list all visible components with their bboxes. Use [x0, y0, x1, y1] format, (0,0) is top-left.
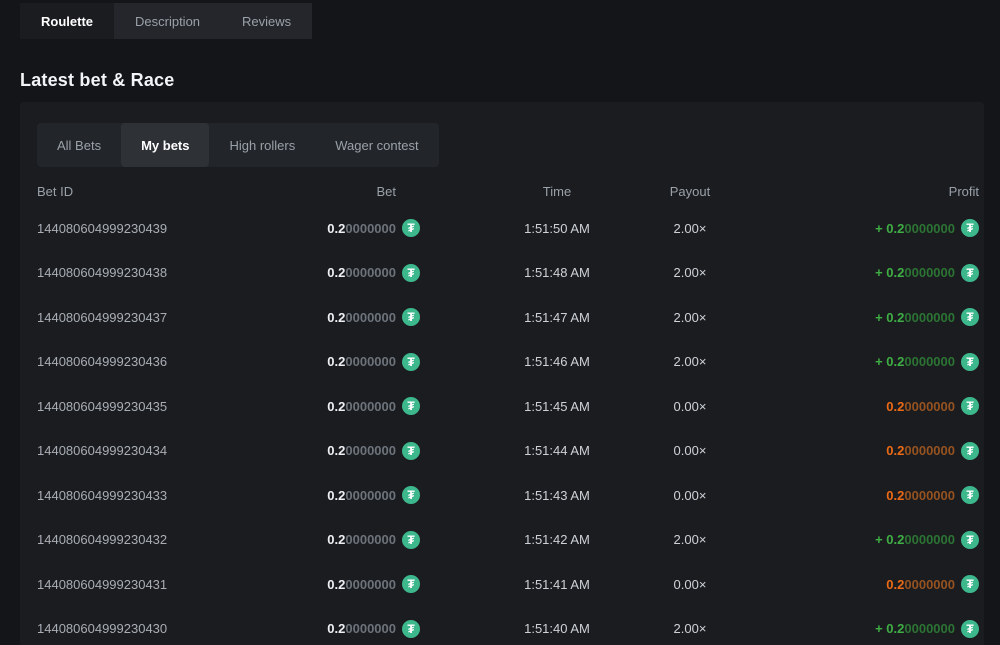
bet-profit: 0.20000000 ₮ — [736, 575, 979, 593]
bet-profit: + 0.20000000 ₮ — [736, 264, 979, 282]
bet-amount: 0.20000000 ₮ — [300, 531, 470, 549]
bet-id-value: 144080604999230437 — [37, 310, 300, 325]
bet-profit: + 0.20000000 ₮ — [736, 620, 979, 638]
bet-amount: 0.20000000 ₮ — [300, 264, 470, 282]
bet-id-value: 144080604999230435 — [37, 399, 300, 414]
game-tab-reviews[interactable]: Reviews — [221, 3, 312, 39]
bet-id-value: 144080604999230434 — [37, 443, 300, 458]
column-header-profit: Profit — [736, 184, 979, 199]
bet-id-value: 144080604999230436 — [37, 354, 300, 369]
tether-icon: ₮ — [402, 442, 420, 460]
filter-tab-wager-contest[interactable]: Wager contest — [315, 123, 438, 167]
bet-amount: 0.20000000 ₮ — [300, 219, 470, 237]
bet-profit: 0.20000000 ₮ — [736, 486, 979, 504]
bet-payout: 2.00× — [644, 265, 736, 280]
tether-icon: ₮ — [402, 264, 420, 282]
latest-bets-panel: All BetsMy betsHigh rollersWager contest… — [20, 102, 984, 645]
tether-icon: ₮ — [961, 397, 979, 415]
bets-table-body: 144080604999230439 0.20000000 ₮ 1:51:50 … — [37, 206, 979, 645]
bet-amount: 0.20000000 ₮ — [300, 397, 470, 415]
table-row[interactable]: 144080604999230439 0.20000000 ₮ 1:51:50 … — [37, 206, 979, 251]
table-row[interactable]: 144080604999230435 0.20000000 ₮ 1:51:45 … — [37, 384, 979, 429]
bet-time: 1:51:50 AM — [470, 221, 644, 236]
bet-time: 1:51:43 AM — [470, 488, 644, 503]
bet-payout: 0.00× — [644, 488, 736, 503]
game-tab-roulette[interactable]: Roulette — [20, 3, 114, 39]
bet-payout: 2.00× — [644, 354, 736, 369]
tether-icon: ₮ — [961, 486, 979, 504]
tether-icon: ₮ — [961, 620, 979, 638]
tether-icon: ₮ — [402, 308, 420, 326]
table-row[interactable]: 144080604999230432 0.20000000 ₮ 1:51:42 … — [37, 518, 979, 563]
bet-time: 1:51:45 AM — [470, 399, 644, 414]
bet-id-value: 144080604999230430 — [37, 621, 300, 636]
bet-profit: + 0.20000000 ₮ — [736, 308, 979, 326]
tether-icon: ₮ — [402, 353, 420, 371]
tether-icon: ₮ — [961, 219, 979, 237]
tether-icon: ₮ — [402, 531, 420, 549]
bet-amount: 0.20000000 ₮ — [300, 620, 470, 638]
section-title: Latest bet & Race — [20, 70, 1000, 91]
bet-filter-tabs: All BetsMy betsHigh rollersWager contest — [37, 123, 439, 167]
page: RouletteDescriptionReviews Latest bet & … — [0, 0, 1000, 645]
table-row[interactable]: 144080604999230434 0.20000000 ₮ 1:51:44 … — [37, 429, 979, 474]
bet-id-value: 144080604999230431 — [37, 577, 300, 592]
bet-payout: 2.00× — [644, 310, 736, 325]
bet-time: 1:51:46 AM — [470, 354, 644, 369]
bet-amount: 0.20000000 ₮ — [300, 353, 470, 371]
table-row[interactable]: 144080604999230438 0.20000000 ₮ 1:51:48 … — [37, 251, 979, 296]
bet-time: 1:51:42 AM — [470, 532, 644, 547]
bet-id-value: 144080604999230438 — [37, 265, 300, 280]
column-header-bet: Bet — [300, 184, 470, 199]
bet-id-value: 144080604999230433 — [37, 488, 300, 503]
game-tabs: RouletteDescriptionReviews — [20, 3, 312, 39]
column-header-payout: Payout — [644, 184, 736, 199]
bet-payout: 2.00× — [644, 621, 736, 636]
bet-id-value: 144080604999230432 — [37, 532, 300, 547]
game-tab-description[interactable]: Description — [114, 3, 221, 39]
tether-icon: ₮ — [402, 486, 420, 504]
tether-icon: ₮ — [961, 442, 979, 460]
tether-icon: ₮ — [402, 219, 420, 237]
tether-icon: ₮ — [961, 575, 979, 593]
tether-icon: ₮ — [402, 397, 420, 415]
table-row[interactable]: 144080604999230433 0.20000000 ₮ 1:51:43 … — [37, 473, 979, 518]
bet-time: 1:51:41 AM — [470, 577, 644, 592]
tether-icon: ₮ — [961, 353, 979, 371]
bet-amount: 0.20000000 ₮ — [300, 308, 470, 326]
bet-time: 1:51:40 AM — [470, 621, 644, 636]
bet-time: 1:51:44 AM — [470, 443, 644, 458]
filter-tab-high-rollers[interactable]: High rollers — [209, 123, 315, 167]
filter-tab-all-bets[interactable]: All Bets — [37, 123, 121, 167]
filter-tab-my-bets[interactable]: My bets — [121, 123, 209, 167]
table-row[interactable]: 144080604999230437 0.20000000 ₮ 1:51:47 … — [37, 295, 979, 340]
bet-amount: 0.20000000 ₮ — [300, 486, 470, 504]
table-header: Bet ID Bet Time Payout Profit — [37, 176, 979, 206]
column-header-bet-id: Bet ID — [37, 184, 300, 199]
bet-payout: 0.00× — [644, 443, 736, 458]
bet-time: 1:51:47 AM — [470, 310, 644, 325]
tether-icon: ₮ — [402, 620, 420, 638]
table-row[interactable]: 144080604999230436 0.20000000 ₮ 1:51:46 … — [37, 340, 979, 385]
tether-icon: ₮ — [961, 531, 979, 549]
bet-profit: 0.20000000 ₮ — [736, 397, 979, 415]
bet-payout: 0.00× — [644, 399, 736, 414]
column-header-time: Time — [470, 184, 644, 199]
bet-amount: 0.20000000 ₮ — [300, 442, 470, 460]
tether-icon: ₮ — [961, 308, 979, 326]
bet-profit: + 0.20000000 ₮ — [736, 531, 979, 549]
bet-payout: 2.00× — [644, 221, 736, 236]
bet-id-value: 144080604999230439 — [37, 221, 300, 236]
tether-icon: ₮ — [402, 575, 420, 593]
tether-icon: ₮ — [961, 264, 979, 282]
table-row[interactable]: 144080604999230431 0.20000000 ₮ 1:51:41 … — [37, 562, 979, 607]
table-row[interactable]: 144080604999230430 0.20000000 ₮ 1:51:40 … — [37, 607, 979, 645]
bet-amount: 0.20000000 ₮ — [300, 575, 470, 593]
bet-time: 1:51:48 AM — [470, 265, 644, 280]
bet-profit: 0.20000000 ₮ — [736, 442, 979, 460]
bet-profit: + 0.20000000 ₮ — [736, 219, 979, 237]
bet-payout: 2.00× — [644, 532, 736, 547]
bet-payout: 0.00× — [644, 577, 736, 592]
bet-profit: + 0.20000000 ₮ — [736, 353, 979, 371]
